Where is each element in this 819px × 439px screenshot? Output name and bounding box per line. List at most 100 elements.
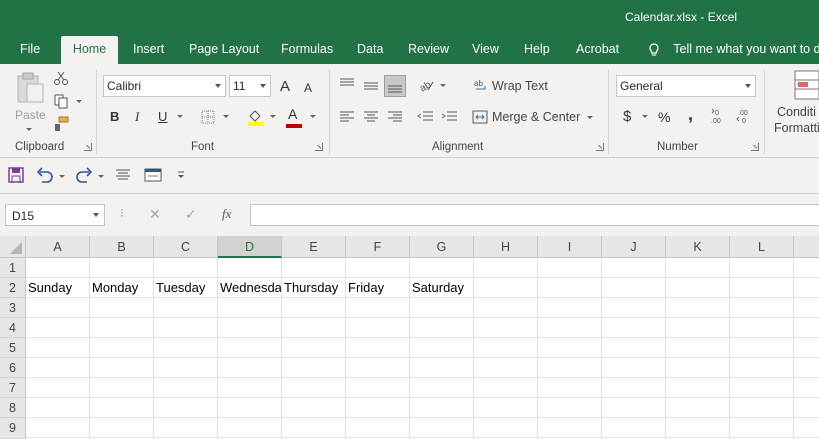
underline-dropdown-icon[interactable] xyxy=(177,115,183,118)
conditional-formatting-label-2[interactable]: Formatti xyxy=(774,121,819,135)
align-center-icon[interactable] xyxy=(364,111,378,123)
tab-review[interactable]: Review xyxy=(408,36,449,64)
italic-button[interactable]: I xyxy=(135,109,139,125)
number-format-select[interactable]: General xyxy=(616,75,756,97)
borders-dropdown-icon[interactable] xyxy=(223,115,229,118)
middle-align-icon[interactable] xyxy=(364,80,378,92)
undo-icon[interactable] xyxy=(36,167,54,183)
align-left-icon[interactable] xyxy=(340,111,354,123)
undo-dropdown-icon[interactable] xyxy=(59,175,65,178)
save-icon[interactable] xyxy=(8,167,24,183)
cell-e2[interactable]: Thursday xyxy=(282,278,346,298)
increase-decimal-icon[interactable]: 0.00 xyxy=(711,108,729,124)
column-header-f[interactable]: F xyxy=(346,236,410,258)
row-header-2[interactable]: 2 xyxy=(0,278,26,298)
form-icon[interactable] xyxy=(144,168,162,182)
row-header-5[interactable]: 5 xyxy=(0,338,26,358)
column-header-b[interactable]: B xyxy=(90,236,154,258)
decrease-font-size-button[interactable]: A xyxy=(304,81,312,95)
font-name-select[interactable]: Calibri xyxy=(103,75,226,97)
font-color-button[interactable]: A xyxy=(288,106,297,122)
name-box[interactable]: D15 xyxy=(5,204,105,226)
cell-g2[interactable]: Saturday xyxy=(410,278,474,298)
wrap-text-icon[interactable]: ab xyxy=(474,78,488,92)
cell-f2[interactable]: Friday xyxy=(346,278,410,298)
increase-font-size-button[interactable]: A xyxy=(280,78,290,95)
merge-dropdown-icon[interactable] xyxy=(587,116,593,119)
comma-style-button[interactable]: , xyxy=(688,104,693,125)
redo-icon[interactable] xyxy=(75,167,93,183)
column-header-l[interactable]: L xyxy=(730,236,794,258)
conditional-formatting-label-1[interactable]: Conditi xyxy=(777,105,816,119)
currency-format-button[interactable]: $ xyxy=(623,108,631,125)
formula-input[interactable] xyxy=(250,204,819,226)
cell-c2[interactable]: Tuesday xyxy=(154,278,218,298)
row-header-8[interactable]: 8 xyxy=(0,398,26,418)
merge-center-button[interactable]: Merge & Center xyxy=(492,110,580,124)
cell-d2[interactable]: Wednesday xyxy=(218,278,282,298)
tell-me-search[interactable]: Tell me what you want to do xyxy=(648,36,819,64)
copy-dropdown-icon[interactable] xyxy=(76,100,82,103)
tab-help[interactable]: Help xyxy=(524,36,550,64)
tab-page-layout[interactable]: Page Layout xyxy=(189,36,259,64)
percent-style-button[interactable]: % xyxy=(658,109,670,125)
column-header-c[interactable]: C xyxy=(154,236,218,258)
cell-b2[interactable]: Monday xyxy=(90,278,154,298)
merge-center-icon[interactable] xyxy=(472,110,488,124)
underline-button[interactable]: U xyxy=(158,109,167,124)
font-launcher-icon[interactable] xyxy=(315,143,323,151)
tab-insert[interactable]: Insert xyxy=(133,36,164,64)
tab-view[interactable]: View xyxy=(472,36,499,64)
redo-dropdown-icon[interactable] xyxy=(98,175,104,178)
tab-file[interactable]: File xyxy=(20,36,40,64)
align-icon[interactable] xyxy=(116,169,130,181)
align-right-icon[interactable] xyxy=(388,111,402,123)
column-header-k[interactable]: K xyxy=(666,236,730,258)
borders-icon[interactable] xyxy=(201,110,215,124)
enter-icon[interactable]: ✓ xyxy=(185,206,197,223)
column-header-h[interactable]: H xyxy=(474,236,538,258)
tab-acrobat[interactable]: Acrobat xyxy=(576,36,619,64)
tab-formulas[interactable]: Formulas xyxy=(281,36,333,64)
paste-button[interactable]: Paste xyxy=(12,70,48,136)
bottom-align-button[interactable] xyxy=(384,75,406,97)
wrap-text-button[interactable]: Wrap Text xyxy=(492,79,548,93)
column-header-e[interactable]: E xyxy=(282,236,346,258)
insert-function-icon[interactable]: fx xyxy=(222,206,231,222)
tab-data[interactable]: Data xyxy=(357,36,383,64)
orientation-icon[interactable]: ab xyxy=(418,78,434,92)
increase-indent-icon[interactable] xyxy=(441,111,457,123)
decrease-decimal-icon[interactable]: .000 xyxy=(736,108,754,124)
row-header-4[interactable]: 4 xyxy=(0,318,26,338)
font-size-select[interactable]: 11 xyxy=(229,75,271,97)
customize-toolbar-icon[interactable] xyxy=(176,170,186,180)
bold-button[interactable]: B xyxy=(110,109,119,124)
fill-color-icon[interactable] xyxy=(247,108,265,126)
alignment-launcher-icon[interactable] xyxy=(596,143,604,151)
clipboard-launcher-icon[interactable] xyxy=(84,143,92,151)
conditional-formatting-icon[interactable] xyxy=(794,70,819,100)
cancel-icon[interactable]: ✕ xyxy=(149,206,161,223)
column-header-d[interactable]: D xyxy=(218,236,282,258)
number-launcher-icon[interactable] xyxy=(751,143,759,151)
row-header-7[interactable]: 7 xyxy=(0,378,26,398)
row-header-3[interactable]: 3 xyxy=(0,298,26,318)
column-header-g[interactable]: G xyxy=(410,236,474,258)
tab-home[interactable]: Home xyxy=(61,36,118,64)
copy-icon[interactable] xyxy=(53,93,69,109)
top-align-icon[interactable] xyxy=(340,78,354,90)
row-header-9[interactable]: 9 xyxy=(0,418,26,439)
format-painter-icon[interactable] xyxy=(53,116,69,132)
column-header-j[interactable]: J xyxy=(602,236,666,258)
column-header-i[interactable]: I xyxy=(538,236,602,258)
font-color-dropdown-icon[interactable] xyxy=(310,115,316,118)
row-header-1[interactable]: 1 xyxy=(0,258,26,278)
cut-icon[interactable] xyxy=(53,70,69,86)
row-header-6[interactable]: 6 xyxy=(0,358,26,378)
decrease-indent-icon[interactable] xyxy=(417,111,433,123)
fill-color-dropdown-icon[interactable] xyxy=(270,115,276,118)
select-all-button[interactable] xyxy=(0,236,26,258)
column-header-a[interactable]: A xyxy=(26,236,90,258)
currency-dropdown-icon[interactable] xyxy=(642,115,648,118)
orientation-dropdown-icon[interactable] xyxy=(440,84,446,87)
